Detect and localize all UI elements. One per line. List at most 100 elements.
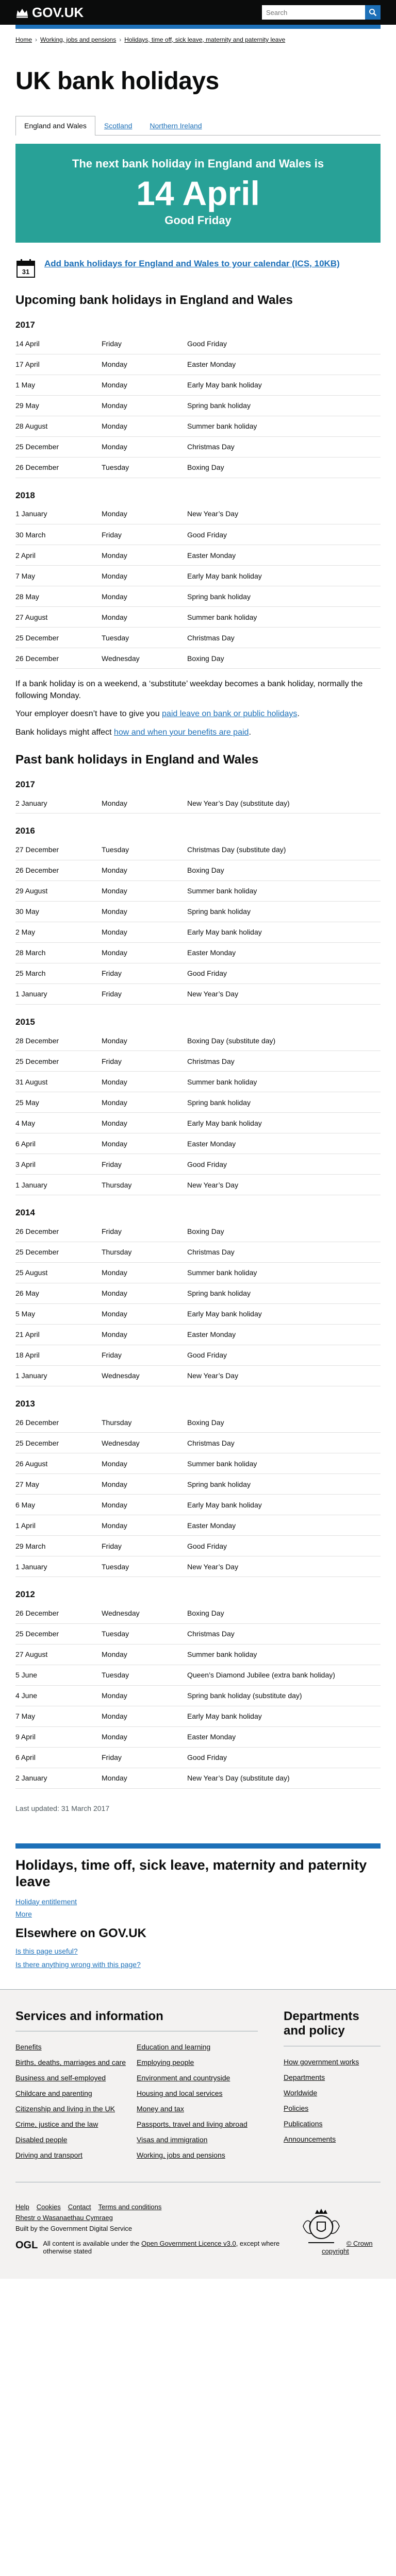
holiday-date: 21 April <box>15 1324 102 1345</box>
holiday-name: Spring bank holiday <box>187 586 381 607</box>
list-item: More <box>15 1910 381 1918</box>
holiday-weekday: Monday <box>102 565 187 586</box>
list-item: Departments <box>284 2073 381 2081</box>
footer-department-link[interactable]: Departments <box>284 2073 325 2081</box>
breadcrumb-home[interactable]: Home <box>15 36 32 43</box>
footer-service-link[interactable]: Citizenship and living in the UK <box>15 2105 115 2113</box>
benefits-link[interactable]: how and when your benefits are paid <box>114 728 249 737</box>
services-column-1: Benefits Births, deaths, marriages and ca… <box>15 2043 137 2166</box>
holiday-name: New Year’s Day <box>187 1365 381 1386</box>
holiday-name: Christmas Day <box>187 1432 381 1454</box>
site-header: GOV.UK <box>0 0 396 29</box>
report-problem-link[interactable]: Is there anything wrong with this page? <box>15 1960 381 1969</box>
holiday-name: Christmas Day <box>187 1242 381 1263</box>
breadcrumb-holidays[interactable]: Holidays, time off, sick leave, maternit… <box>124 36 285 43</box>
holiday-name: Christmas Day <box>187 436 381 457</box>
footer-meta-link[interactable]: Cookies <box>37 2203 61 2211</box>
footer-meta-link[interactable]: Help <box>15 2203 29 2211</box>
holiday-weekday: Friday <box>102 1345 187 1366</box>
table-row: 2 January Monday New Year’s Day (substitut… <box>15 1768 381 1789</box>
table-row: 25 December Friday Christmas Day <box>15 1050 381 1072</box>
footer-department-link[interactable]: Announcements <box>284 2135 336 2143</box>
footer-service-link[interactable]: Housing and local services <box>137 2089 223 2097</box>
table-row: 14 April Friday Good Friday <box>15 333 381 354</box>
year-heading: 2016 <box>15 826 35 836</box>
holiday-weekday: Wednesday <box>102 1365 187 1386</box>
holiday-name: Spring bank holiday <box>187 395 381 416</box>
holiday-weekday: Monday <box>102 503 187 524</box>
footer-meta-link[interactable]: Terms and conditions <box>98 2203 162 2211</box>
holiday-date: 2 January <box>15 1768 102 1789</box>
footer-department-link[interactable]: Publications <box>284 2120 323 2128</box>
footer-service-link[interactable]: Benefits <box>15 2043 42 2051</box>
page-useful-link[interactable]: Is this page useful? <box>15 1947 381 1955</box>
search-icon <box>369 9 377 16</box>
tab-england-and-wales[interactable]: England and Wales <box>15 116 95 135</box>
holiday-date: 3 April <box>15 1154 102 1175</box>
calendar-download-link[interactable]: Add bank holidays for England and Wales … <box>44 258 340 270</box>
holiday-name: Good Friday <box>187 1345 381 1366</box>
holiday-weekday: Thursday <box>102 1412 187 1433</box>
holiday-weekday: Monday <box>102 375 187 396</box>
licence-prefix: All content is available under the <box>43 2240 142 2248</box>
benefits-note-suffix: . <box>249 727 251 737</box>
breadcrumb-working[interactable]: Working, jobs and pensions <box>40 36 116 43</box>
holiday-weekday: Monday <box>102 1685 187 1706</box>
holiday-name: Christmas Day <box>187 627 381 648</box>
list-item: Housing and local services <box>137 2089 250 2097</box>
footer-service-link[interactable]: Employing people <box>137 2058 194 2066</box>
paid-leave-link[interactable]: paid leave on bank or public holidays <box>162 709 297 718</box>
footer-service-link[interactable]: Childcare and parenting <box>15 2089 92 2097</box>
footer-meta-link[interactable]: Rhestr o Wasanaethau Cymraeg <box>15 2214 113 2222</box>
holiday-weekday: Tuesday <box>102 1556 187 1578</box>
holiday-name: Christmas Day <box>187 1623 381 1645</box>
footer-department-link[interactable]: Worldwide <box>284 2089 317 2097</box>
table-row: 5 June Tuesday Queen’s Diamond Jubilee (ex… <box>15 1665 381 1686</box>
list-item: Driving and transport <box>15 2151 128 2159</box>
holiday-weekday: Monday <box>102 901 187 922</box>
footer-service-link[interactable]: Education and learning <box>137 2043 210 2051</box>
holiday-date: 31 August <box>15 1071 102 1093</box>
footer-service-link[interactable]: Disabled people <box>15 2136 67 2144</box>
related-link-more[interactable]: More <box>15 1910 32 1918</box>
holidays-table: 26 December Friday Boxing Day 25 December Th… <box>15 1221 381 1386</box>
list-item: Money and tax <box>137 2105 250 2113</box>
departments-heading: Departments and policy <box>284 2009 381 2047</box>
footer-service-link[interactable]: Working, jobs and pensions <box>137 2151 225 2159</box>
calendar-icon: 31 <box>16 259 35 278</box>
footer-meta-link[interactable]: Contact <box>68 2203 91 2211</box>
search-button[interactable] <box>365 5 381 20</box>
tab-scotland[interactable]: Scotland <box>95 116 141 135</box>
holidays-table: 28 December Monday Boxing Day (substitute … <box>15 1030 381 1196</box>
holiday-name: Summer bank holiday <box>187 1644 381 1665</box>
footer-service-link[interactable]: Visas and immigration <box>137 2136 207 2144</box>
govuk-logo-link[interactable]: GOV.UK <box>15 5 84 21</box>
footer-department-link[interactable]: How government works <box>284 2058 359 2066</box>
footer-service-link[interactable]: Driving and transport <box>15 2151 82 2159</box>
footer-service-link[interactable]: Business and self-employed <box>15 2074 106 2082</box>
holiday-weekday: Thursday <box>102 1174 187 1196</box>
next-holiday-intro: The next bank holiday in England and Wal… <box>72 157 324 170</box>
footer-service-link[interactable]: Crime, justice and the law <box>15 2120 98 2128</box>
calendar-download: 31 Add bank holidays for England and Wal… <box>15 258 381 279</box>
holiday-date: 4 June <box>15 1685 102 1706</box>
footer-service-link[interactable]: Births, deaths, marriages and care <box>15 2058 126 2066</box>
holiday-weekday: Wednesday <box>102 648 187 669</box>
holiday-name: Summer bank holiday <box>187 880 381 902</box>
holiday-weekday: Monday <box>102 1324 187 1345</box>
footer-service-link[interactable]: Money and tax <box>137 2105 184 2113</box>
holiday-date: 25 December <box>15 1623 102 1645</box>
footer-service-link[interactable]: Passports, travel and living abroad <box>137 2120 248 2128</box>
holiday-weekday: Monday <box>102 1030 187 1052</box>
holiday-weekday: Friday <box>102 984 187 1005</box>
footer-service-link[interactable]: Environment and countryside <box>137 2074 230 2082</box>
footer-department-link[interactable]: Policies <box>284 2104 308 2112</box>
holiday-weekday: Monday <box>102 1262 187 1283</box>
search-input[interactable] <box>262 5 365 20</box>
holiday-date: 29 March <box>15 1535 102 1557</box>
related-link-holiday-entitlement[interactable]: Holiday entitlement <box>15 1897 77 1906</box>
ogl-link[interactable]: Open Government Licence v3.0 <box>141 2240 236 2247</box>
list-item: Policies <box>284 2104 381 2112</box>
table-row: 28 May Monday Spring bank holiday <box>15 586 381 607</box>
tab-northern-ireland[interactable]: Northern Ireland <box>141 116 210 135</box>
